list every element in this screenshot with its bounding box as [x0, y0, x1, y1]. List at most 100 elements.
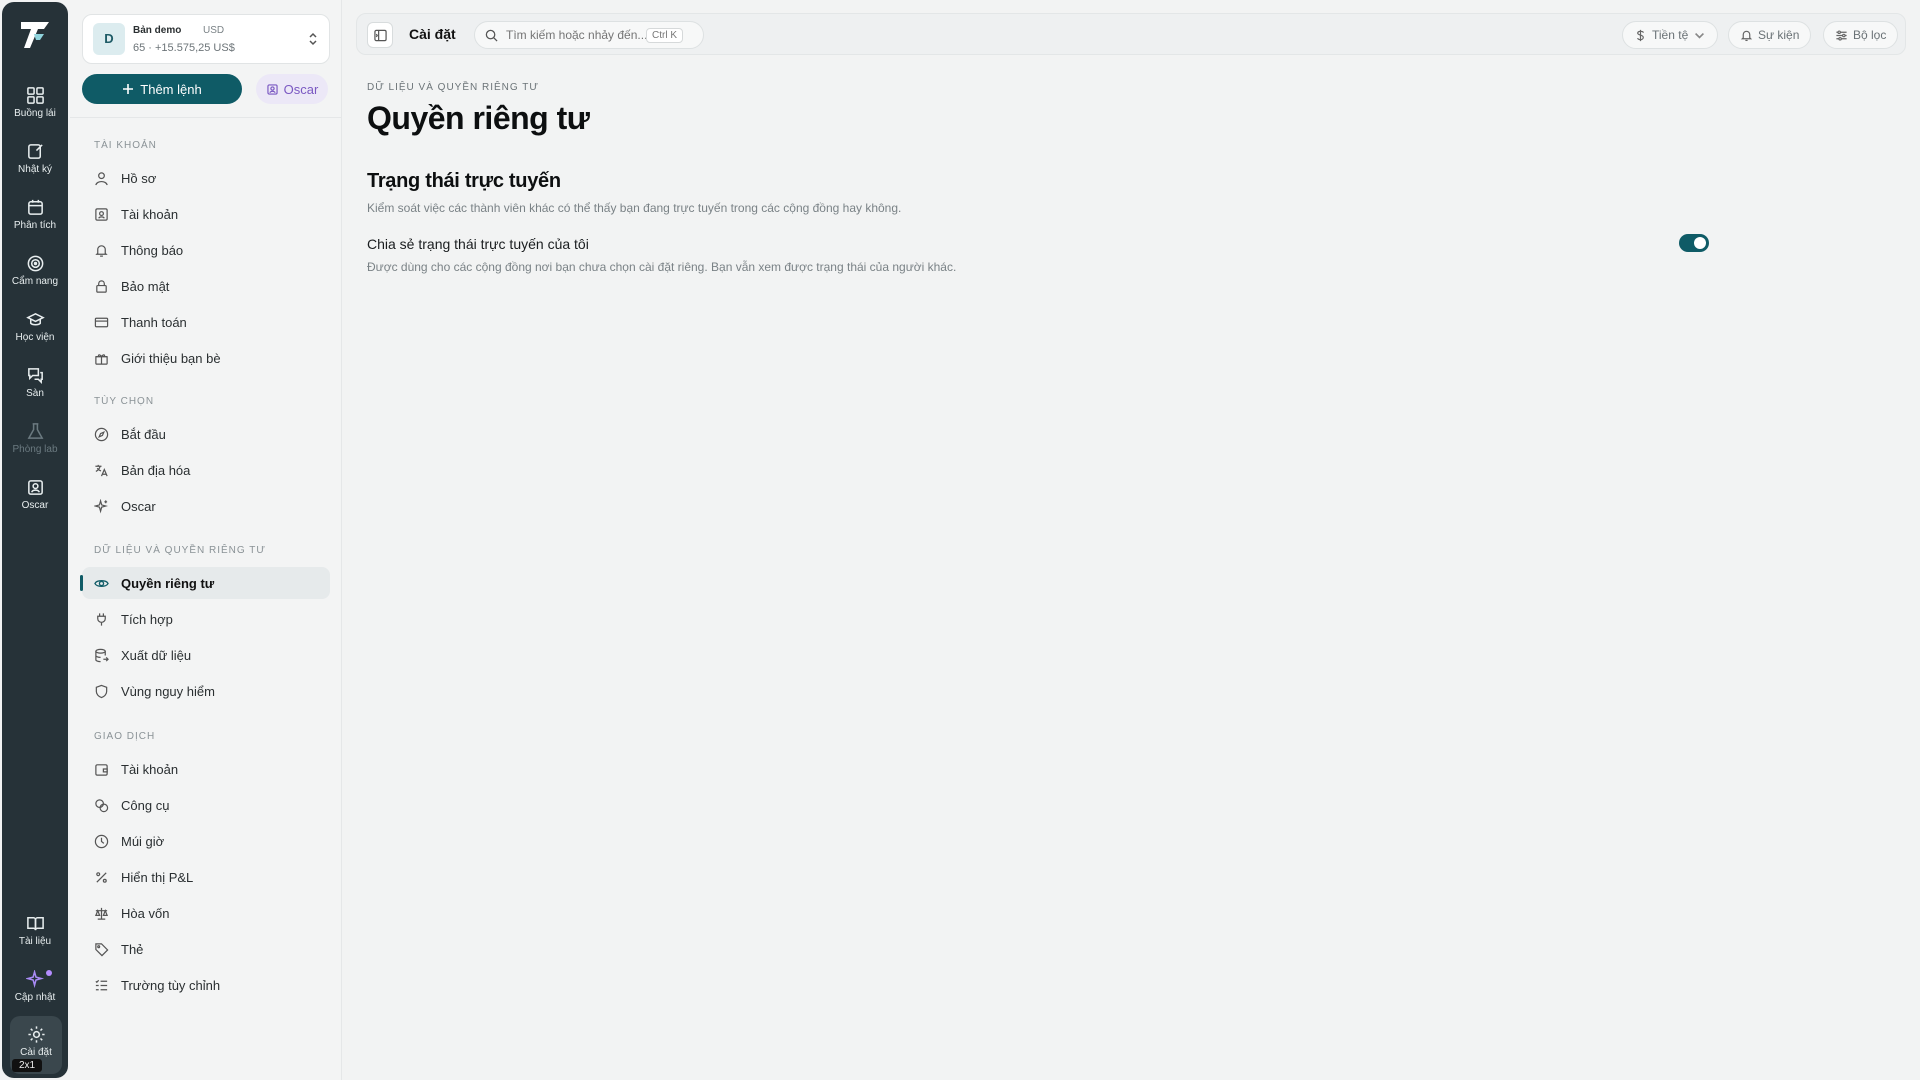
coins-icon	[95, 798, 109, 812]
sidebar-item-label: Tài khoản	[121, 761, 179, 777]
currency-button[interactable]: Tiền tệ	[1622, 21, 1719, 49]
share-status-description: Được dùng cho các cộng đồng nơi bạn chưa…	[367, 260, 957, 274]
oscar-icon	[267, 83, 278, 95]
rail-label: Cập nhật	[14, 992, 56, 1003]
share-status-toggle[interactable]	[1679, 234, 1709, 252]
sidebar-item-privacy[interactable]: Quyền riêng tư	[80, 567, 330, 599]
section-heading-online-status: Trạng thái trực tuyến	[367, 170, 561, 192]
dollar-icon	[1637, 29, 1644, 41]
clock-icon	[94, 834, 109, 848]
search-input[interactable]	[506, 28, 646, 42]
app-logo-icon[interactable]	[18, 18, 52, 52]
shield-icon	[95, 684, 108, 698]
sidebar-item-getting-started[interactable]: Bắt đầu	[82, 418, 330, 450]
bell-icon	[95, 244, 108, 257]
sidebar-item-localization[interactable]: Bản địa hóa	[82, 454, 330, 486]
add-order-button[interactable]: Thêm lệnh	[82, 74, 242, 104]
lock-icon	[96, 279, 107, 293]
add-order-label: Thêm lệnh	[140, 81, 202, 97]
oscar-label: Oscar	[283, 81, 319, 97]
avatar: D	[93, 23, 125, 55]
sliders-icon	[1836, 29, 1847, 41]
rail-label: Oscar	[21, 500, 49, 511]
rail-item-playbook[interactable]: Cẩm nang	[2, 250, 68, 302]
currency-label: Tiền tệ	[1652, 28, 1689, 42]
oscar-button[interactable]: Oscar	[256, 74, 328, 104]
rail-label: Buồng lái	[14, 108, 56, 119]
sidebar-item-notifications[interactable]: Thông báo	[82, 234, 330, 266]
search-box[interactable]: Ctrl K	[474, 21, 704, 49]
sidebar-item-profile[interactable]: Hồ sơ	[82, 162, 330, 194]
sidebar-item-integrations[interactable]: Tích hợp	[82, 603, 330, 635]
sidebar-item-custom-fields[interactable]: Trường tùy chỉnh	[82, 969, 330, 1001]
zoom-badge: 2x1	[12, 1059, 43, 1072]
sidebar-item-label: Công cụ	[121, 797, 170, 813]
sidebar-item-billing[interactable]: Thanh toán	[82, 306, 330, 338]
database-export-icon	[95, 648, 109, 662]
journal-icon	[27, 144, 43, 159]
sidebar-item-label: Hiển thị P&L	[121, 869, 194, 885]
section-title-preferences: Tùy chọn	[94, 396, 155, 407]
sidebar-item-danger-zone[interactable]: Vùng nguy hiểm	[82, 675, 330, 707]
settings-sidebar: D Bản demo USD 65 · +15.575,25 US$ Thêm …	[70, 0, 342, 1080]
sidebar-item-account[interactable]: Tài khoản	[82, 198, 330, 230]
gift-icon	[95, 353, 108, 365]
app-rail: Buồng lái Nhật ký Phân tích Cẩm nang Học…	[2, 2, 68, 1078]
share-status-label: Chia sẻ trạng thái trực tuyến của tôi	[367, 236, 589, 252]
gear-icon	[27, 1026, 45, 1043]
sidebar-item-label: Hòa vốn	[121, 905, 170, 921]
sidebar-item-trading-accounts[interactable]: Tài khoản	[82, 753, 330, 785]
account-name: Bản demo	[133, 25, 182, 36]
new-indicator	[46, 970, 52, 976]
rail-item-lab[interactable]: Phòng lab	[2, 418, 68, 470]
sidebar-item-security[interactable]: Bảo mật	[82, 270, 330, 302]
sidebar-item-label: Quyền riêng tư	[121, 575, 215, 591]
translate-icon	[95, 464, 108, 476]
breadcrumb: Dữ liệu và quyền riêng tư	[367, 82, 539, 93]
sidebar-item-breakeven[interactable]: Hòa vốn	[82, 897, 330, 929]
wallet-icon	[95, 763, 108, 776]
divider	[70, 117, 342, 118]
bell-icon	[1740, 30, 1753, 41]
filter-button[interactable]: Bộ lọc	[1823, 21, 1899, 49]
tag-icon	[95, 942, 109, 956]
section-description: Kiểm soát việc các thành viên khác có th…	[367, 201, 902, 215]
page-title-topbar: Cài đặt	[409, 26, 456, 42]
sidebar-item-instruments[interactable]: Công cụ	[82, 789, 330, 821]
rail-item-docs[interactable]: Tài liệu	[2, 910, 68, 962]
rail-item-updates[interactable]: Cập nhật	[2, 966, 68, 1018]
filter-label: Bộ lọc	[1853, 28, 1887, 42]
active-indicator	[80, 575, 83, 591]
user-icon	[95, 171, 108, 185]
sidebar-item-label: Tài khoản	[121, 206, 179, 222]
rail-item-settings[interactable]: Cài đặt 2x1	[10, 1016, 62, 1074]
events-button[interactable]: Sự kiện	[1728, 21, 1812, 49]
sparkle-icon	[25, 970, 44, 989]
rail-label: Sàn	[26, 388, 44, 399]
sidebar-item-label: Múi giờ	[121, 833, 165, 849]
rail-label: Cài đặt	[20, 1047, 52, 1058]
sidebar-item-referral[interactable]: Giới thiệu bạn bè	[82, 342, 330, 374]
flask-icon	[27, 423, 43, 439]
sidebar-item-oscar[interactable]: Oscar	[82, 490, 330, 522]
percent-icon	[96, 871, 107, 883]
sidebar-item-tags[interactable]: Thẻ	[82, 933, 330, 965]
sidebar-item-export-data[interactable]: Xuất dữ liệu	[82, 639, 330, 671]
sidebar-toggle-button[interactable]	[367, 22, 393, 48]
account-switcher[interactable]: D Bản demo USD 65 · +15.575,25 US$	[82, 14, 330, 64]
rail-item-floor[interactable]: Sàn	[2, 362, 68, 414]
oscar-icon	[27, 480, 43, 495]
rail-item-journal[interactable]: Nhật ký	[2, 138, 68, 190]
rail-item-dashboard[interactable]: Buồng lái	[2, 82, 68, 134]
sidebar-item-label: Xuất dữ liệu	[121, 647, 192, 663]
sidebar-item-label: Trường tùy chỉnh	[121, 977, 221, 993]
sidebar-item-timezone[interactable]: Múi giờ	[82, 825, 330, 857]
events-label: Sự kiện	[1758, 28, 1800, 42]
rail-label: Phòng lab	[12, 444, 58, 455]
rail-item-analytics[interactable]: Phân tích	[2, 194, 68, 246]
sidebar-item-label: Bắt đầu	[121, 426, 166, 442]
sidebar-item-pnl-display[interactable]: Hiển thị P&L	[82, 861, 330, 893]
rail-item-academy[interactable]: Học viện	[2, 306, 68, 358]
rail-label: Học viện	[15, 332, 55, 343]
rail-item-oscar[interactable]: Oscar	[2, 474, 68, 526]
